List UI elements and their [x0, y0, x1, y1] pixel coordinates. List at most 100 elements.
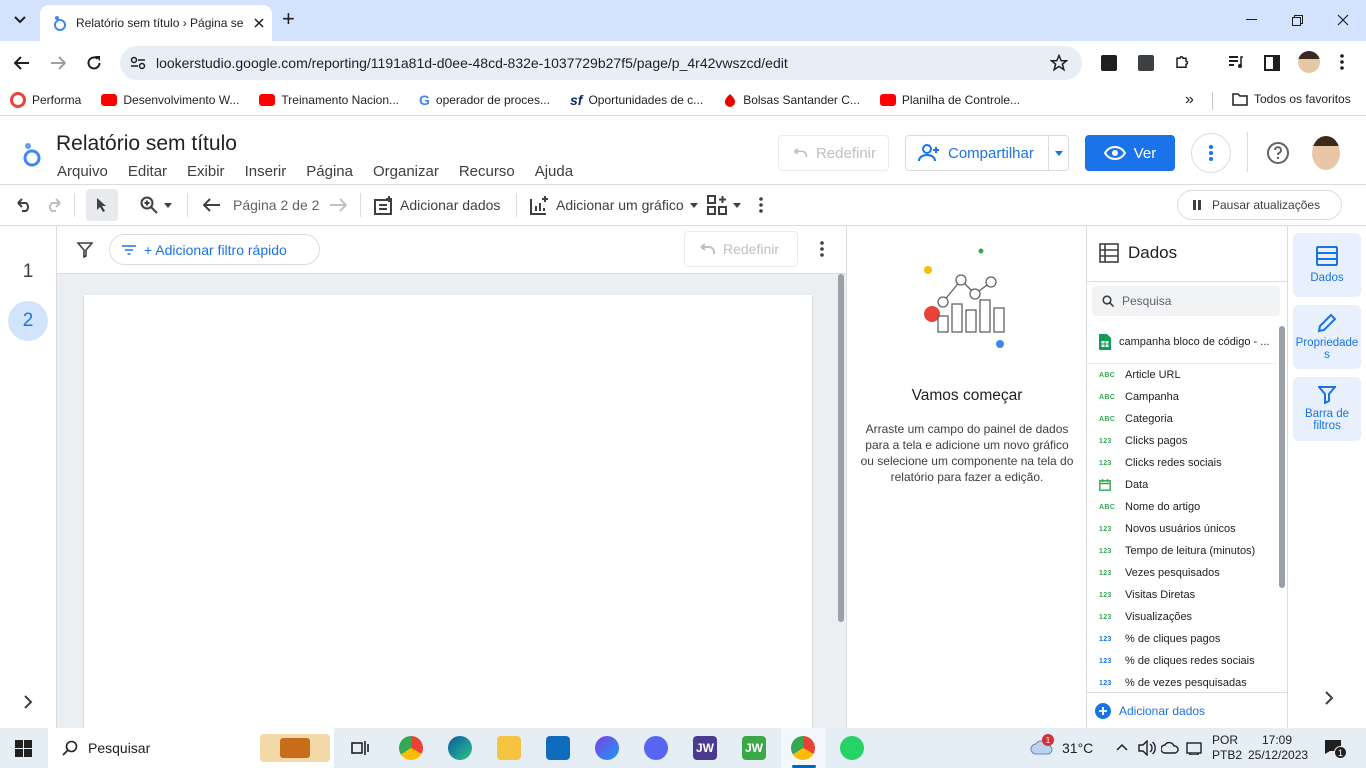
view-button[interactable]: Ver	[1085, 135, 1175, 171]
filter-reset-button[interactable]: Redefinir	[684, 231, 798, 267]
bookmark-item[interactable]: sf Oportunidades de c...	[570, 92, 703, 108]
user-avatar[interactable]	[1312, 136, 1340, 170]
field-item[interactable]: ABC Article URL	[1087, 364, 1277, 386]
chrome-active-icon[interactable]	[791, 736, 815, 760]
minimize-button[interactable]	[1228, 0, 1274, 40]
add-control-button[interactable]	[707, 185, 741, 225]
forward-icon[interactable]	[50, 56, 66, 70]
undo-icon[interactable]	[14, 198, 32, 212]
menu-inserir[interactable]: Inserir	[245, 163, 287, 180]
field-item[interactable]: 123 Clicks pagos	[1087, 430, 1277, 452]
edge-icon[interactable]	[448, 736, 472, 760]
field-item[interactable]: 123 % de vezes pesquisadas	[1087, 672, 1277, 694]
data-search-input[interactable]: Pesquisa	[1092, 286, 1280, 316]
more-vert-icon[interactable]	[1340, 54, 1344, 70]
file-explorer-icon[interactable]	[497, 736, 521, 760]
bookmark-item[interactable]: Desenvolvimento W...	[101, 93, 239, 107]
clock[interactable]: 17:09 25/12/2023	[1248, 733, 1308, 763]
restore-button[interactable]	[1274, 0, 1320, 40]
notification-center[interactable]: 1	[1324, 739, 1347, 759]
windows-start-icon[interactable]	[15, 740, 32, 757]
field-item[interactable]: 123 Vezes pesquisados	[1087, 562, 1277, 584]
copilot-icon[interactable]	[595, 736, 619, 760]
add-quick-filter-button[interactable]: + Adicionar filtro rápido	[109, 234, 320, 265]
report-page[interactable]	[84, 295, 812, 735]
taskbar-search[interactable]: Pesquisar	[48, 728, 334, 768]
field-item[interactable]: Data	[1087, 474, 1277, 496]
site-settings-icon[interactable]	[130, 56, 146, 70]
page-item-1[interactable]: 1	[8, 252, 48, 292]
onedrive-icon[interactable]	[1186, 741, 1202, 755]
report-title[interactable]: Relatório sem título	[56, 132, 237, 156]
chevron-right-icon[interactable]: »	[1185, 91, 1194, 109]
chrome-icon[interactable]	[399, 736, 423, 760]
reset-button[interactable]: Redefinir	[778, 135, 889, 171]
select-tool-button[interactable]	[86, 189, 118, 221]
previous-page-icon[interactable]	[203, 198, 221, 212]
menu-recurso[interactable]: Recurso	[459, 163, 515, 180]
extension-terminal-icon[interactable]	[1101, 55, 1117, 71]
extension-icon[interactable]	[1138, 55, 1154, 71]
puzzle-icon[interactable]	[1174, 53, 1192, 71]
field-item[interactable]: ABC Nome do artigo	[1087, 496, 1277, 518]
bookmark-item[interactable]: Performa	[10, 92, 81, 108]
pause-updates-button[interactable]: Pausar atualizações	[1177, 190, 1342, 220]
menu-exibir[interactable]: Exibir	[187, 163, 225, 180]
side-panel-icon[interactable]	[1264, 55, 1280, 71]
bookmark-item[interactable]: Planilha de Controle...	[879, 93, 1020, 107]
tab-search-button[interactable]	[8, 8, 32, 32]
all-bookmarks-button[interactable]: Todos os favoritos	[1232, 92, 1351, 106]
back-icon[interactable]	[14, 56, 30, 70]
whatsapp-icon[interactable]	[840, 736, 864, 760]
rail-filter-bar-button[interactable]: Barra de filtros	[1293, 377, 1361, 441]
add-chart-button[interactable]: Adicionar um gráfico	[530, 185, 698, 225]
weather-widget[interactable]: 1	[1030, 734, 1054, 756]
filter-icon[interactable]	[77, 242, 93, 258]
menu-pagina[interactable]: Página	[306, 163, 353, 180]
menu-editar[interactable]: Editar	[128, 163, 167, 180]
data-source-item[interactable]: campanha bloco de código - ...	[1099, 334, 1275, 350]
jw-library-green-icon[interactable]: JW	[742, 736, 766, 760]
chevron-up-icon[interactable]	[1116, 743, 1128, 751]
close-icon[interactable]	[254, 18, 264, 28]
page-item-2[interactable]: 2	[8, 301, 48, 341]
discord-icon[interactable]	[644, 736, 668, 760]
bookmark-item[interactable]: Treinamento Nacion...	[259, 93, 399, 107]
share-button[interactable]: Compartilhar	[905, 135, 1069, 171]
volume-icon[interactable]	[1138, 740, 1156, 756]
rail-data-button[interactable]: Dados	[1293, 233, 1361, 297]
next-page-icon[interactable]	[329, 198, 347, 212]
field-item[interactable]: 123 Clicks redes sociais	[1087, 452, 1277, 474]
network-icon[interactable]	[1161, 741, 1179, 755]
field-item[interactable]: ABC Categoria	[1087, 408, 1277, 430]
task-view-icon[interactable]	[351, 739, 369, 757]
redo-icon[interactable]	[46, 198, 64, 212]
media-icon[interactable]	[1228, 55, 1244, 69]
bookmark-item[interactable]: Bolsas Santander C...	[723, 93, 860, 107]
address-bar[interactable]: lookerstudio.google.com/reporting/1191a8…	[120, 46, 1082, 80]
field-item[interactable]: 123 % de cliques redes sociais	[1087, 650, 1277, 672]
menu-ajuda[interactable]: Ajuda	[535, 163, 573, 180]
chevron-right-icon[interactable]	[23, 695, 33, 709]
menu-organizar[interactable]: Organizar	[373, 163, 439, 180]
browser-tab[interactable]: Relatório sem título › Página se	[40, 5, 272, 41]
language-indicator[interactable]: POR PTB2	[1212, 733, 1242, 763]
more-vert-icon[interactable]	[759, 197, 763, 213]
profile-avatar[interactable]	[1298, 51, 1320, 73]
reload-icon[interactable]	[86, 55, 102, 71]
field-item[interactable]: 123 % de cliques pagos	[1087, 628, 1277, 650]
mail-icon[interactable]	[546, 736, 570, 760]
more-options-button[interactable]	[1191, 133, 1231, 173]
new-tab-button[interactable]: +	[282, 8, 302, 32]
share-dropdown[interactable]	[1048, 136, 1068, 170]
bookmark-item[interactable]: G operador de proces...	[419, 92, 550, 108]
zoom-button[interactable]	[140, 185, 172, 225]
data-panel-scrollbar[interactable]	[1279, 326, 1285, 588]
field-item[interactable]: 123 Tempo de leitura (minutos)	[1087, 540, 1277, 562]
menu-arquivo[interactable]: Arquivo	[57, 163, 108, 180]
chevron-right-icon[interactable]	[1324, 691, 1334, 705]
field-item[interactable]: 123 Novos usuários únicos	[1087, 518, 1277, 540]
close-window-button[interactable]	[1320, 0, 1366, 40]
canvas-scrollbar[interactable]	[838, 274, 844, 622]
rail-properties-button[interactable]: Propriedades	[1293, 305, 1361, 369]
